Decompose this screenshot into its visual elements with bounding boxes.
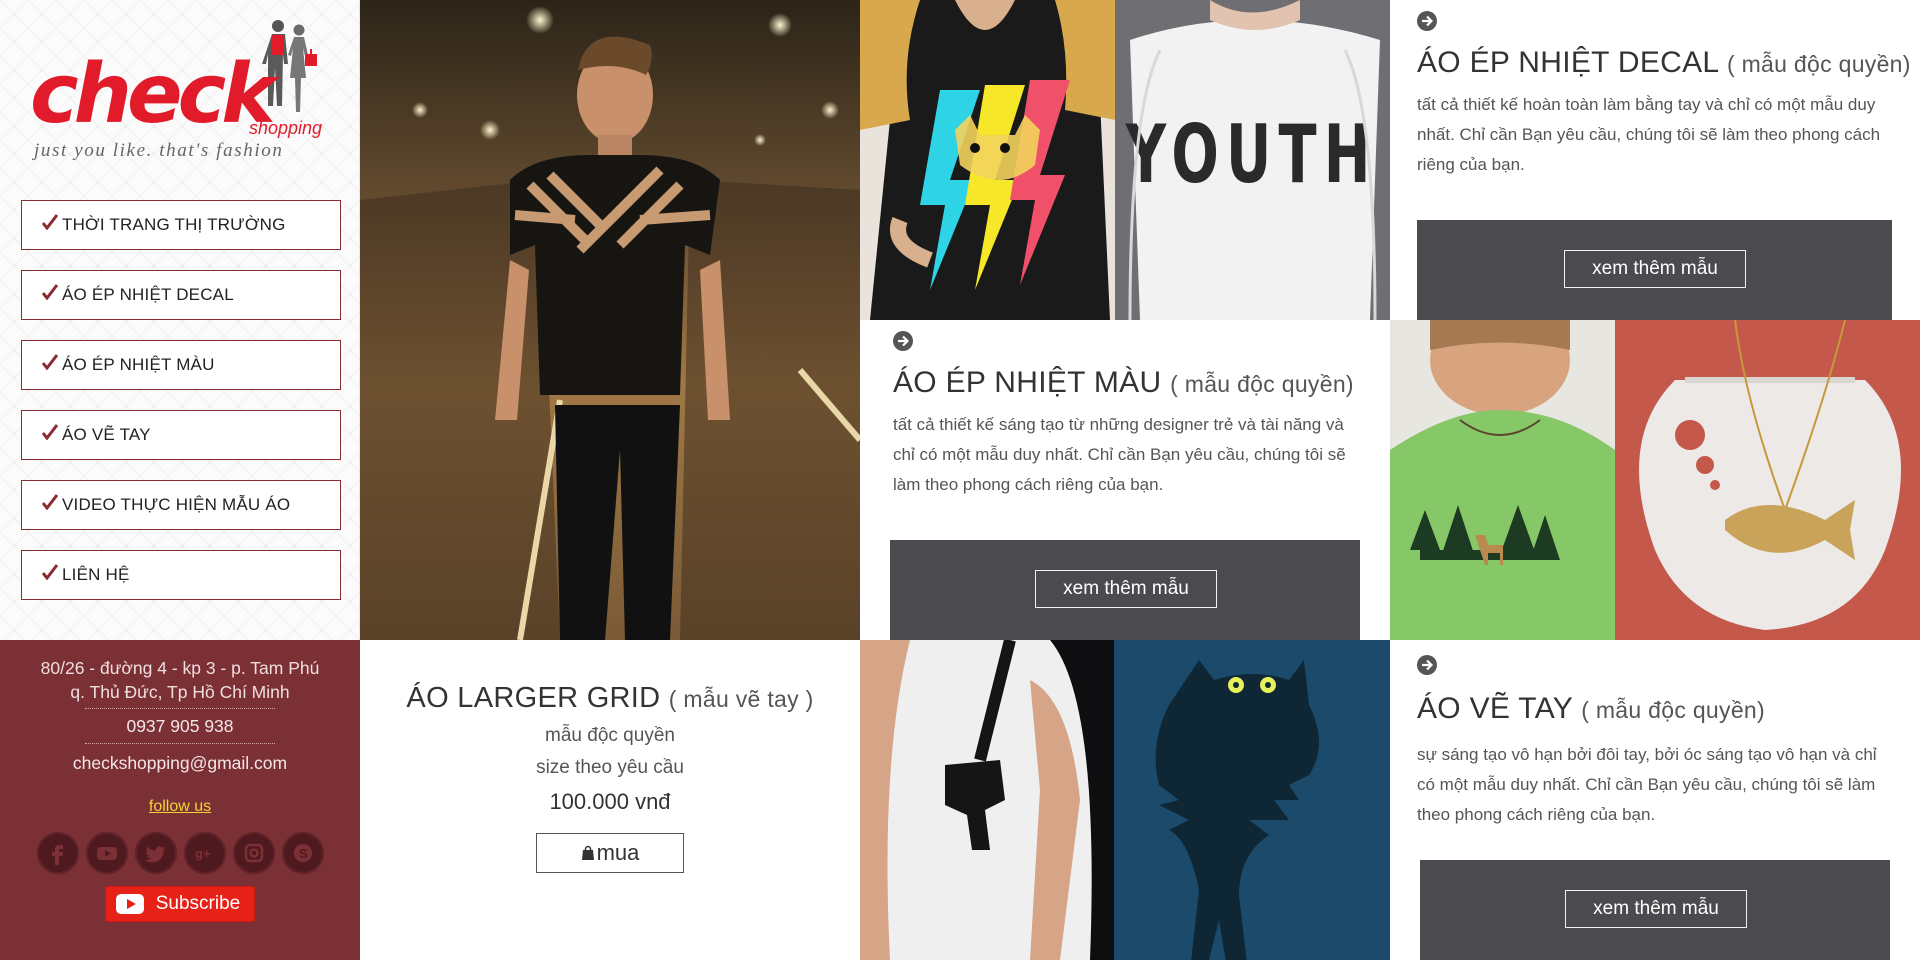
- logo-tagline: just you like. that's fashion: [34, 140, 284, 161]
- skype-icon[interactable]: S: [281, 832, 324, 874]
- color-title-row: ÁO ÉP NHIỆT MÀU ( mẫu độc quyền): [893, 366, 1354, 400]
- hand-see-more-button[interactable]: xem thêm mẫu: [1565, 890, 1747, 928]
- menu-item-label: ÁO VẼ TAY: [62, 425, 151, 444]
- product-title-row: ÁO LARGER GRID ( mẫu vẽ tay ): [360, 682, 860, 715]
- youth-sweater-photo[interactable]: YOUTH: [1115, 0, 1390, 320]
- cat-shirt-photo[interactable]: [1114, 640, 1390, 960]
- decal-feature: ÁO ÉP NHIỆT DECAL ( mẫu độc quyền) tất c…: [1390, 0, 1920, 320]
- hero-photo[interactable]: [360, 0, 860, 640]
- color-subtitle: ( mẫu độc quyền): [1170, 371, 1354, 397]
- menu-item-label: ÁO ÉP NHIỆT MÀU: [62, 355, 215, 374]
- holster-shirt-photo[interactable]: [860, 640, 1114, 960]
- hand-title-row: ÁO VẼ TAY ( mẫu độc quyền): [1417, 692, 1765, 726]
- menu-item-decal[interactable]: ÁO ÉP NHIỆT DECAL: [21, 270, 341, 320]
- checkmark-icon: [42, 214, 58, 230]
- product-subtitle: ( mẫu vẽ tay ): [668, 686, 814, 712]
- cat-shirt-image: [1114, 640, 1390, 960]
- hand-title: ÁO VẼ TAY: [1417, 692, 1573, 725]
- decal-button-band: xem thêm mẫu: [1417, 220, 1892, 320]
- product-price: 100.000 vnđ: [549, 789, 671, 814]
- color-see-more-button[interactable]: xem thêm mẫu: [1035, 570, 1217, 608]
- color-description: tất cả thiết kế sáng tạo từ những design…: [893, 415, 1346, 494]
- arrow-right-circle-icon[interactable]: [1416, 654, 1438, 676]
- youth-print-text: YOUTH: [1125, 109, 1378, 202]
- google-plus-icon[interactable]: g+: [183, 832, 226, 874]
- logo[interactable]: check shopping just you like. that's fas…: [30, 18, 335, 168]
- menu-item-thoi-trang[interactable]: THỜI TRANG THỊ TRƯỜNG: [21, 200, 341, 250]
- menu-item-label: ÁO ÉP NHIỆT DECAL: [62, 285, 234, 304]
- address-line-1: 80/26 - đường 4 - kp 3 - p. Tam Phú: [40, 658, 320, 678]
- menu-item-lien-he[interactable]: LIÊN HỆ: [21, 550, 341, 600]
- decal-subtitle: ( mẫu độc quyền): [1726, 51, 1911, 77]
- arrow-right-circle-icon[interactable]: [892, 330, 914, 352]
- phone-number[interactable]: 0937 905 938: [0, 713, 360, 739]
- checkmark-icon: [42, 564, 58, 580]
- goldfish-bowl-photo[interactable]: [1615, 320, 1920, 640]
- buy-label: mua: [596, 840, 640, 865]
- decal-description: tất cả thiết kế hoàn toàn làm bằng tay v…: [1417, 95, 1881, 174]
- sidebar: check shopping just you like. that's fas…: [0, 0, 360, 640]
- email-address[interactable]: checkshopping@gmail.com: [0, 750, 360, 776]
- youtube-logo-icon: [115, 894, 144, 914]
- buy-button[interactable]: mua: [536, 833, 684, 873]
- menu-item-label: LIÊN HỆ: [62, 565, 130, 584]
- product-size: size theo yêu cầu: [536, 757, 684, 778]
- follow-us-link[interactable]: follow us: [149, 798, 211, 816]
- social-icons: g+ S: [0, 832, 360, 874]
- shopping-bag-icon: [581, 845, 594, 860]
- hand-feature: ÁO VẼ TAY ( mẫu độc quyền) sự sáng tạo v…: [1390, 640, 1920, 960]
- goldfish-bowl-image: [1615, 320, 1920, 640]
- lightning-cat-shirt-photo[interactable]: [860, 0, 1115, 320]
- deer-shirt-image: [1390, 320, 1615, 640]
- svg-text:g+: g+: [195, 846, 211, 861]
- svg-text:S: S: [299, 846, 308, 861]
- menu-item-label: THỜI TRANG THỊ TRƯỜNG: [62, 215, 286, 234]
- menu-item-mau[interactable]: ÁO ÉP NHIỆT MÀU: [21, 340, 341, 390]
- holster-shirt-image: [860, 640, 1114, 960]
- checkmark-icon: [42, 424, 58, 440]
- color-feature: ÁO ÉP NHIỆT MÀU ( mẫu độc quyền) tất cả …: [860, 320, 1390, 640]
- divider: [85, 708, 275, 709]
- checkmark-icon: [42, 284, 58, 300]
- product-title: ÁO LARGER GRID: [406, 682, 661, 714]
- product-exclusive: mẫu độc quyền: [545, 725, 675, 746]
- decal-see-more-button[interactable]: xem thêm mẫu: [1564, 250, 1746, 288]
- address: 80/26 - đường 4 - kp 3 - p. Tam Phú q. T…: [0, 656, 360, 704]
- logo-wordmark: check: [30, 47, 276, 142]
- hero-image: [360, 0, 860, 640]
- deer-shirt-photo[interactable]: [1390, 320, 1615, 640]
- hand-description: sự sáng tạo vô hạn bởi đôi tay, bởi óc s…: [1417, 745, 1877, 824]
- checkmark-icon: [42, 354, 58, 370]
- address-line-2: q. Thủ Đức, Tp Hồ Chí Minh: [70, 682, 290, 702]
- divider: [85, 743, 275, 744]
- youtube-subscribe-button[interactable]: Subscribe: [104, 886, 256, 922]
- logo-subtext: shopping: [249, 118, 323, 138]
- youth-sweater-image: YOUTH: [1115, 0, 1390, 320]
- arrow-right-circle-icon[interactable]: [1416, 10, 1438, 32]
- checkmark-icon: [42, 494, 58, 510]
- color-button-band: xem thêm mẫu: [890, 540, 1360, 640]
- hand-button-band: xem thêm mẫu: [1420, 860, 1890, 960]
- menu-item-label: VIDEO THỰC HIỆN MẪU ÁO: [62, 495, 291, 514]
- decal-title-row: ÁO ÉP NHIỆT DECAL ( mẫu độc quyền): [1417, 46, 1911, 80]
- product-card: ÁO LARGER GRID ( mẫu vẽ tay ) mẫu độc qu…: [360, 640, 860, 960]
- twitter-icon[interactable]: [134, 832, 177, 874]
- facebook-icon[interactable]: [36, 832, 79, 874]
- hand-subtitle: ( mẫu độc quyền): [1581, 697, 1765, 723]
- contact-panel: 80/26 - đường 4 - kp 3 - p. Tam Phú q. T…: [0, 640, 360, 960]
- instagram-icon[interactable]: [232, 832, 275, 874]
- color-title: ÁO ÉP NHIỆT MÀU: [893, 366, 1162, 399]
- subscribe-label: Subscribe: [155, 893, 241, 914]
- menu-item-ve-tay[interactable]: ÁO VẼ TAY: [21, 410, 341, 460]
- youtube-icon[interactable]: [85, 832, 128, 874]
- menu-item-video[interactable]: VIDEO THỰC HIỆN MẪU ÁO: [21, 480, 341, 530]
- main-menu: THỜI TRANG THỊ TRƯỜNG ÁO ÉP NHIỆT DECAL …: [21, 200, 341, 620]
- decal-title: ÁO ÉP NHIỆT DECAL: [1417, 46, 1719, 79]
- lightning-cat-image: [860, 0, 1115, 320]
